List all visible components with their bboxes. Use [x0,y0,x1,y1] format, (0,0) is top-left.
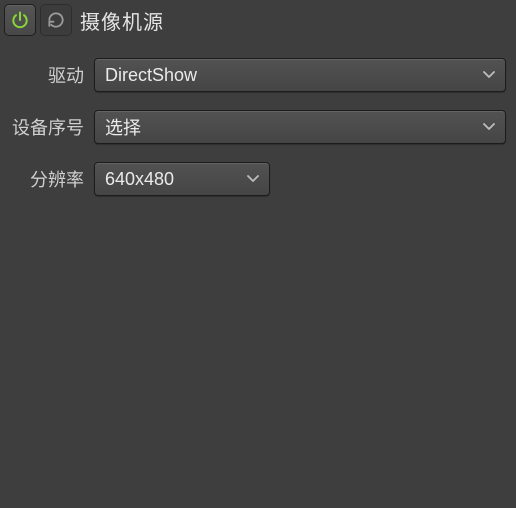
resolution-select[interactable]: 640x480 [94,162,270,196]
device-label: 设备序号 [6,114,94,140]
chevron-down-icon [247,175,259,183]
driver-label: 驱动 [6,62,94,88]
device-select[interactable]: 选择 [94,110,506,144]
power-icon [10,10,30,30]
driver-value: DirectShow [105,65,197,86]
camera-source-panel: 摄像机源 驱动 DirectShow 设备序号 选择 分辨率 [0,0,516,508]
panel-header: 摄像机源 [0,0,516,40]
chevron-down-icon [483,123,495,131]
device-row: 设备序号 选择 [6,110,506,144]
device-value: 选择 [105,114,141,140]
resolution-value: 640x480 [105,169,174,190]
chevron-down-icon [483,71,495,79]
refresh-icon [46,10,66,30]
camera-settings-form: 驱动 DirectShow 设备序号 选择 分辨率 640x480 [0,40,516,196]
panel-title: 摄像机源 [80,6,164,35]
power-toggle[interactable] [4,4,36,36]
resolution-row: 分辨率 640x480 [6,162,506,196]
driver-select[interactable]: DirectShow [94,58,506,92]
resolution-label: 分辨率 [6,166,94,192]
driver-row: 驱动 DirectShow [6,58,506,92]
refresh-button[interactable] [40,4,72,36]
